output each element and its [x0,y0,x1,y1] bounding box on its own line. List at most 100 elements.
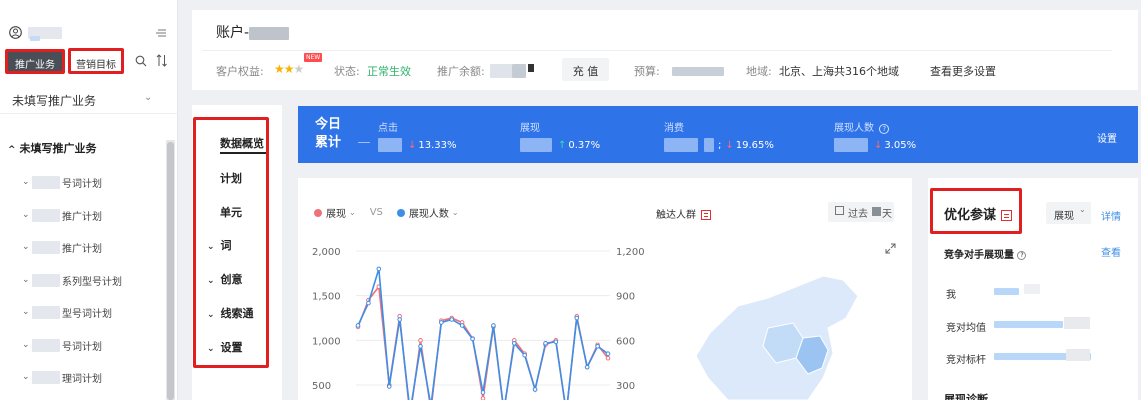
series-2-point[interactable] [595,343,600,349]
series-1-point[interactable] [418,338,423,343]
series-2-point[interactable] [511,341,517,346]
series-2-point[interactable] [480,390,486,395]
tree-item-label: 推广计划 [62,243,102,255]
nav-creative[interactable]: ⌄ 创意 [207,271,243,287]
arrow-down-icon: ↓ [725,139,734,151]
more-settings-link[interactable]: 查看更多设置 [930,63,996,79]
tree-item[interactable]: ⌄ 系列型号计划 [22,273,122,288]
help-icon[interactable]: ? [1017,250,1027,260]
redacted-value [378,138,402,152]
balance-label: 推广余额: [437,65,485,78]
series-2-point[interactable] [376,266,382,272]
today-settings-link[interactable]: 设置 [1097,130,1117,145]
chevron-down-icon: ⌄ [22,242,30,252]
nav-keyword[interactable]: ⌄ 词 [207,237,232,253]
stat-reach: ↓ 3.05% [834,138,916,152]
series-2-point[interactable] [491,323,496,328]
series-2-point[interactable] [449,317,455,322]
nav-item-label: 创意 [220,273,243,286]
redacted-text [32,240,60,254]
series-2-point[interactable] [386,384,392,389]
account-header: 账户- 客户权益: ★★★ NEW 状态: 正常生效 推广余额: ? 充 值 预… [192,10,1138,90]
series-1-point[interactable] [605,355,611,361]
status-value: 正常生效 [367,65,411,78]
stat-change: 3.05% [884,139,917,151]
tree-item-label: 型号词计划 [62,308,112,320]
series-2-point[interactable] [418,343,423,349]
view-link[interactable]: 查看 [1101,244,1121,259]
today-title: 今日 累计 [315,116,341,152]
sort-icon[interactable] [156,54,168,67]
y-tick-right: 1,200 [616,247,645,258]
search-icon[interactable] [135,55,147,67]
status-label: 状态: [334,65,360,78]
chevron-down-icon: ⌄ [22,307,30,317]
nav-settings[interactable]: ⌄ 设置 [207,339,243,355]
compete-title-text: 竞争对手展现量 [944,250,1014,261]
tree-item[interactable]: ⌄ 号词计划 [22,338,102,353]
tree-item[interactable]: ⌄ 号词计划 [22,175,102,190]
tab-marketing-goal[interactable]: 营销目标 [68,48,124,74]
series-2-point[interactable] [397,317,402,322]
series-2-point[interactable] [439,320,444,325]
y-tick-right: 600 [616,336,635,347]
balance-redacted [512,64,526,78]
series-2-point[interactable] [470,336,475,342]
help-icon[interactable]: ? [879,124,890,134]
today-title-line1: 今日 [315,117,342,132]
chevron-down-icon: ⌄ [22,275,30,285]
tree-item[interactable]: ⌄ 推广计划 [22,240,102,255]
nav-item-label: 设置 [220,341,243,354]
series-2-point[interactable] [605,351,611,357]
new-badge: NEW [304,53,323,62]
tab-business-label: 推广业务 [15,60,55,71]
user-icon[interactable] [9,26,22,39]
compete-row-me-label: 我 [946,290,956,301]
arrow-down-icon: ↓ [874,139,883,151]
series-2-point[interactable] [584,364,590,370]
tree-item[interactable]: ⌄ 推广计划 [22,208,102,223]
details-link[interactable]: 详情 [1101,208,1121,223]
redacted-value [664,138,698,152]
series-2-point[interactable] [355,323,361,328]
compete-row-top-label: 竞对标杆 [946,355,986,366]
region-label: 地域: [746,65,772,78]
account-title-label: 账户- [216,25,250,41]
series-2-point[interactable] [574,315,580,321]
username-redacted-accent [30,36,40,41]
stat-change: 0.37% [568,139,601,151]
chevron-down-icon: ⌄ [207,276,215,286]
y-tick-left: 500 [312,381,331,392]
series-2-point[interactable] [459,323,465,328]
series-2-point[interactable] [543,341,548,346]
optimize-metric-select[interactable]: 展现 ⌄ [1046,202,1091,224]
redacted-value [704,138,714,152]
collapse-icon[interactable] [155,28,167,37]
tree-item[interactable]: ⌄ 型号词计划 [22,305,112,320]
optimize-metric-value: 展现 [1054,211,1074,222]
redacted-text [32,370,60,384]
series-2-point[interactable] [532,387,538,392]
nav-unit[interactable]: 单元 [220,204,242,220]
series-2-point[interactable] [522,352,527,358]
nav-item-label: 单元 [220,206,242,219]
sidebar-scrollbar-thumb[interactable] [167,142,174,400]
sidebar-scrollbar[interactable] [166,140,175,400]
chevron-down-icon: ⌄ [22,340,30,350]
recharge-button[interactable]: 充 值 [562,58,609,81]
nav-lead[interactable]: ⌄ 线索通 [207,305,254,321]
series-2-point[interactable] [366,300,371,306]
tree-item[interactable]: ⌄ 理词计划 [22,370,102,385]
nav-plan[interactable]: 计划 [220,170,242,186]
tree-root[interactable]: ^ 未填写推广业务 [8,140,97,156]
redacted-text [32,208,60,222]
series-1-point[interactable] [480,396,486,400]
series-2-point[interactable] [553,339,559,345]
tab-business[interactable]: 推广业务 [5,49,65,74]
nav-data-overview[interactable]: 数据概览 [220,135,266,154]
business-dropdown[interactable]: 未填写推广业务 ⌄ [0,86,178,114]
redacted-text [32,273,60,287]
tree-item-label: 号词计划 [62,341,102,353]
compete-title: 竞争对手展现量 ? [944,246,1027,261]
redacted-text [32,175,60,189]
